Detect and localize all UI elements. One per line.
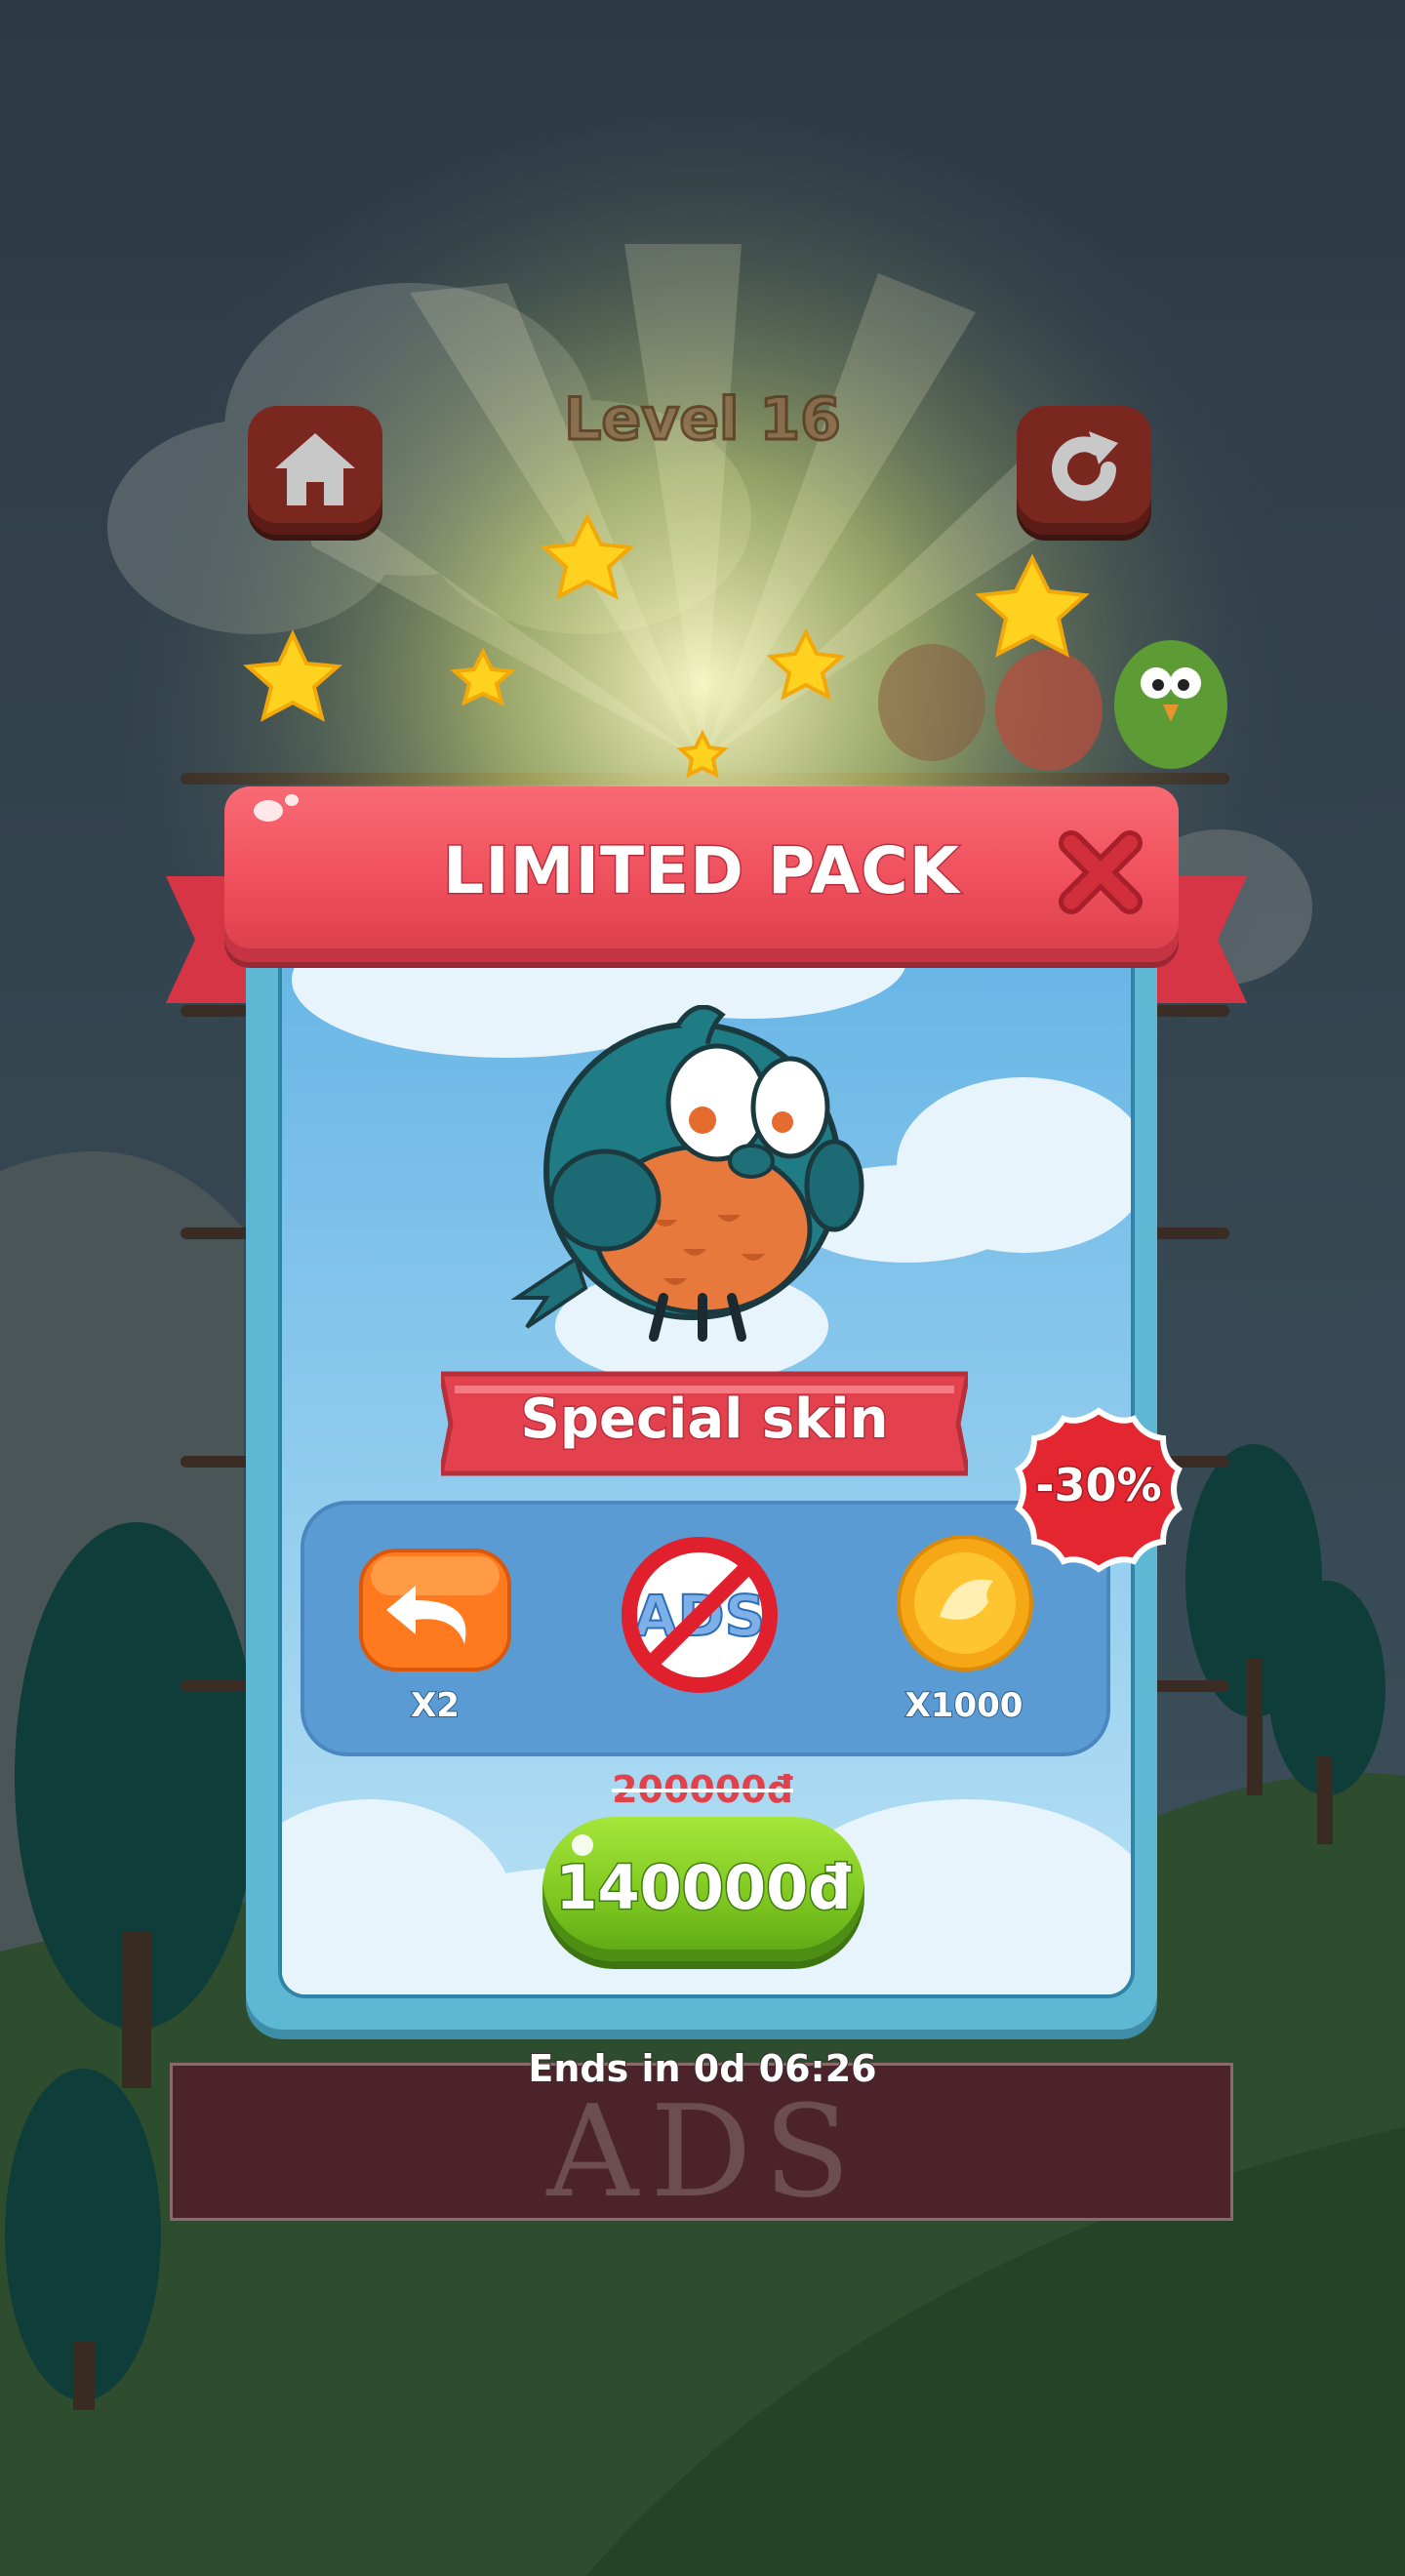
coin-count-label: X1000 [904,1685,1024,1726]
undo-icon [359,1549,511,1671]
home-icon [275,433,355,505]
special-skin-label: Special skin [519,1387,890,1453]
discount-label: -30% [1034,1458,1163,1513]
close-icon[interactable] [1054,825,1147,919]
buy-price-label: 140000đ [554,1851,853,1925]
no-ads-icon: ADS [622,1537,778,1693]
restart-button[interactable] [1017,406,1151,535]
buy-button[interactable]: 140000đ [542,1817,864,1961]
ad-banner-text: ADS [546,2077,863,2226]
offer-timer: Ends in 0d 06:26 [527,2046,877,2091]
popup-title: LIMITED PACK [442,832,961,910]
old-price: 200000đ [612,1768,793,1811]
level-title: Level 16 [563,384,843,456]
header-shine-small [285,794,299,806]
bird-skin-image [510,1005,864,1342]
restart-icon [1052,431,1118,502]
header-shine [254,800,283,822]
undo-count-label: X2 [410,1685,461,1726]
popup-header: LIMITED PACK [224,786,1179,962]
home-button[interactable] [248,406,382,535]
